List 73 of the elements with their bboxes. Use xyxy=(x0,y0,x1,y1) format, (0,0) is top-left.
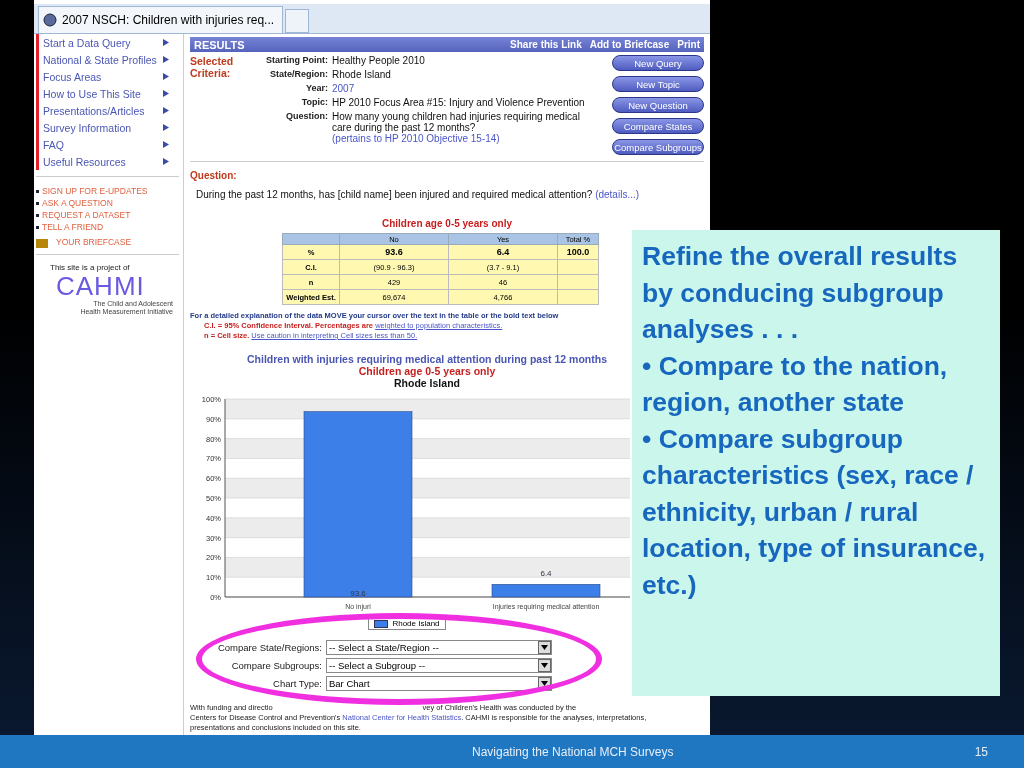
action-button[interactable]: Compare States xyxy=(612,118,704,134)
caret-icon xyxy=(541,663,548,668)
table-title: Children age 0-5 years only xyxy=(380,218,514,229)
criteria-key: Starting Point: xyxy=(240,55,328,66)
action-button[interactable]: New Query xyxy=(612,55,704,71)
nav-link[interactable]: How to Use This Site xyxy=(36,85,169,102)
sidebar-link[interactable]: REQUEST A DATASET xyxy=(36,209,183,221)
criteria-label: Selected Criteria: xyxy=(190,55,235,81)
callout-bullet: • Compare to the nation, region, another state xyxy=(642,349,949,419)
criteria-value: HP 2010 Focus Area #15: Injury and Violence Prevention xyxy=(332,97,586,108)
project-note: This site is a project of xyxy=(49,263,131,272)
legend-swatch xyxy=(374,619,389,628)
browser-tab[interactable]: 2007 NSCH: Children with injuries req... xyxy=(38,6,284,33)
dropdown-field[interactable]: -- Select a State/Region -- xyxy=(326,640,552,655)
arrow-icon xyxy=(163,56,169,63)
field-label: Compare State/Regions: xyxy=(216,642,322,653)
briefcase-link[interactable]: YOUR BRIEFCASE xyxy=(36,236,183,248)
criteria-key: Topic: xyxy=(240,97,328,108)
question-heading: Question: xyxy=(190,170,238,181)
caret-icon xyxy=(541,645,548,650)
nav-link[interactable]: Focus Areas xyxy=(36,68,169,85)
criteria-link[interactable]: 2007 xyxy=(332,83,355,94)
chart-subtitle: Children age 0-5 years only xyxy=(358,365,496,377)
nav-link[interactable]: Start a Data Query xyxy=(36,34,169,51)
arrow-icon xyxy=(163,158,169,165)
criteria-value: Healthy People 2010 xyxy=(332,55,426,66)
action-button[interactable]: New Topic xyxy=(612,76,704,92)
nav-link[interactable]: Presentations/Articles xyxy=(36,102,169,119)
callout-text: Refine the overall results by conducing subgroup analyses . . . xyxy=(642,240,959,346)
results-title: RESULTS xyxy=(194,38,245,51)
criteria-key: Question: xyxy=(240,111,328,144)
criteria-link[interactable]: (pertains to HP 2010 Objective 15-14) xyxy=(332,133,500,144)
briefcase-icon xyxy=(36,236,48,248)
chart-title: Children with injuries requiring medical attention during past 12 months xyxy=(247,353,607,365)
dropdown-field[interactable]: -- Select a Subgroup -- xyxy=(326,658,552,673)
toolbar-link[interactable]: Add to Briefcase xyxy=(589,39,670,50)
arrow-icon xyxy=(163,90,169,97)
nav-link[interactable]: Useful Resources xyxy=(36,153,169,170)
sidebar-link[interactable]: TELL A FRIEND xyxy=(36,221,183,233)
toolbar-link[interactable]: Print xyxy=(677,39,700,50)
field-label: Compare Subgroups: xyxy=(230,660,322,671)
data-label: 93.6 xyxy=(350,589,366,598)
arrow-icon xyxy=(163,107,169,114)
site-icon xyxy=(43,13,57,27)
arrow-icon xyxy=(163,124,169,131)
action-button[interactable]: New Question xyxy=(612,97,704,113)
new-tab-button[interactable] xyxy=(285,9,310,33)
question-text: During the past 12 months, has [child name] been injured and required medical attention? (details...) xyxy=(196,189,641,200)
toolbar-link[interactable]: Share this Link xyxy=(510,39,582,50)
criteria-key: Year: xyxy=(240,83,328,94)
slide-footer-title: Navigating the National MCH Surveys xyxy=(472,744,674,759)
sidebar-link[interactable]: SIGN UP FOR E-UPDATES xyxy=(36,185,183,197)
details-link[interactable]: (details...) xyxy=(595,189,640,200)
dropdown-field[interactable]: Bar Chart xyxy=(326,676,552,691)
sidebar-link[interactable]: ASK A QUESTION xyxy=(36,197,183,209)
arrow-icon xyxy=(163,39,169,46)
action-button[interactable]: Compare Subgroups xyxy=(612,139,704,155)
page-number: 15 xyxy=(974,744,988,759)
arrow-icon xyxy=(163,73,169,80)
logo-name: CAHMI xyxy=(55,272,146,300)
criteria-value: How many young children had injuries requiring medical care during the past 12 months? (pertains to HP 2010 Objective 15-14) xyxy=(332,111,581,144)
nav-link[interactable]: FAQ xyxy=(36,136,169,153)
caret-icon xyxy=(541,681,548,686)
data-label: 6.4 xyxy=(540,569,552,579)
legend-label: Rhode Island xyxy=(392,619,440,628)
arrow-icon xyxy=(163,141,169,148)
chart-subtitle: Rhode Island xyxy=(394,377,460,389)
nav-link[interactable]: National & State Profiles xyxy=(36,51,169,68)
criteria-value: Rhode Island xyxy=(332,69,392,80)
callout-bullet: • Compare subgroup characteristics (sex, race / ethnicity, urban / rural location, type of insurance, etc.) xyxy=(642,422,987,602)
criteria-key: State/Region: xyxy=(240,69,328,80)
nav-link[interactable]: Survey Information xyxy=(36,119,169,136)
field-label: Chart Type: xyxy=(272,678,322,689)
